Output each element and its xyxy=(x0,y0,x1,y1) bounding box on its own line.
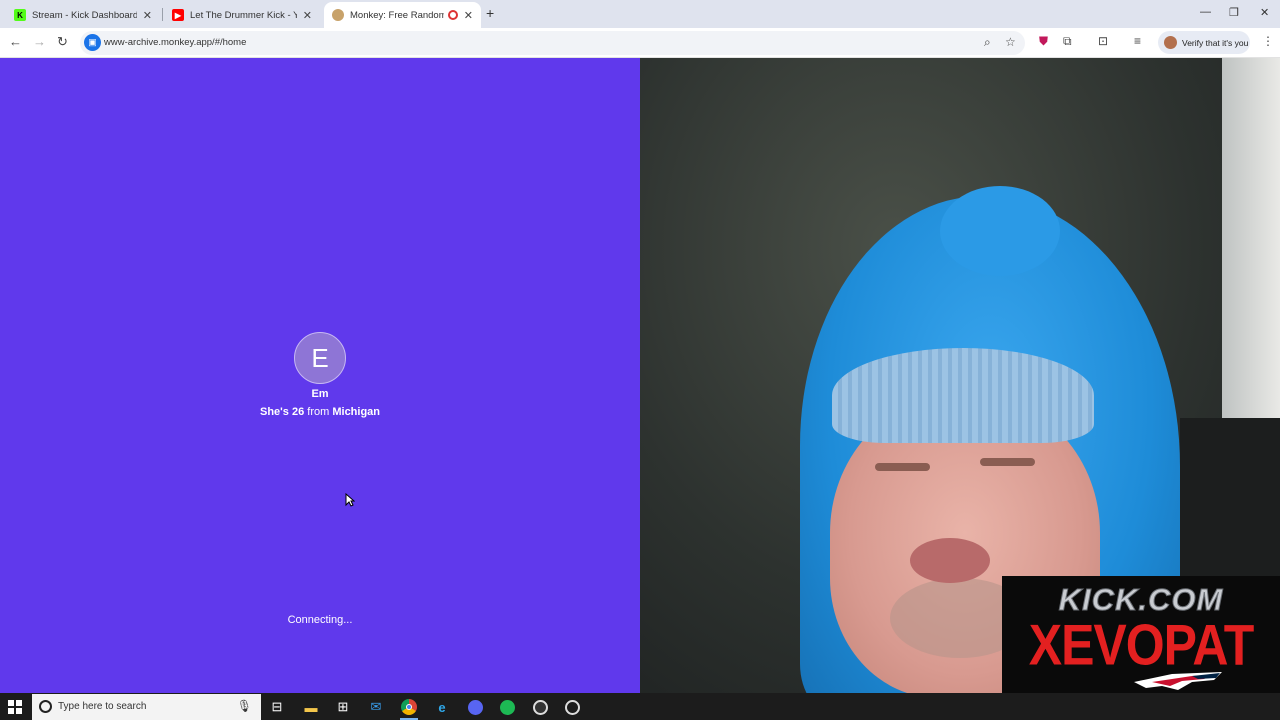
recording-icon xyxy=(447,10,458,20)
mouth xyxy=(910,538,990,583)
tab-monkey[interactable]: Monkey: Free Random Video Chat ✕ xyxy=(324,2,481,28)
bookmark-star-icon[interactable]: ☆ xyxy=(1005,35,1016,49)
pronoun-text: She's xyxy=(259,406,289,418)
from-text: from xyxy=(307,406,330,418)
search-icon xyxy=(39,700,52,713)
extensions-icon[interactable]: ⧉ xyxy=(1063,34,1072,49)
url-text: www-archive.monkey.app/#/home xyxy=(104,37,247,48)
tab-search-icon[interactable]: ⊡ xyxy=(1098,34,1108,48)
forward-button[interactable]: → xyxy=(33,34,46,49)
close-icon[interactable]: ✕ xyxy=(143,9,152,22)
windows-start-icon[interactable] xyxy=(8,700,22,714)
windows-taskbar: Type here to search 🎙 ⊟ ▬ ⊞ ✉ e xyxy=(0,693,1280,720)
new-tab-button[interactable]: + xyxy=(486,5,494,21)
microphone-icon[interactable]: 🎙 xyxy=(237,699,252,713)
age-text: 26 xyxy=(291,406,305,418)
patriots-logo-icon xyxy=(1134,672,1222,690)
chrome-icon[interactable] xyxy=(397,696,421,720)
tab-strip: K Stream - Kick Dashboard ✕ ▶ Let The Dr… xyxy=(0,0,1280,28)
restore-button[interactable]: ❐ xyxy=(1229,6,1239,19)
tab-title: Stream - Kick Dashboard xyxy=(32,9,137,21)
kick-icon: K xyxy=(14,9,26,21)
reload-button[interactable]: ↻ xyxy=(57,34,68,50)
verify-label: Verify that it's you xyxy=(1182,37,1249,48)
match-avatar: E xyxy=(294,332,346,384)
store-icon[interactable]: ⊞ xyxy=(331,696,355,718)
spotify-icon[interactable] xyxy=(495,696,519,718)
close-icon[interactable]: ✕ xyxy=(303,9,312,22)
stream-overlay: KICK.COM XEVOPAT xyxy=(1002,576,1280,693)
match-panel: E Em She's 26 from Michigan Connecting..… xyxy=(0,58,640,693)
tab-kick-dashboard[interactable]: K Stream - Kick Dashboard ✕ xyxy=(6,2,160,28)
media-icon[interactable] xyxy=(560,696,584,718)
monkey-icon xyxy=(332,9,344,21)
mail-icon[interactable]: ✉ xyxy=(364,696,388,718)
discord-icon[interactable] xyxy=(463,696,487,718)
tab-title: Let The Drummer Kick - YouTube xyxy=(190,9,297,21)
site-camera-icon[interactable]: ▣ xyxy=(84,34,101,51)
youtube-icon: ▶ xyxy=(172,9,184,21)
media-control-icon[interactable]: ≡ xyxy=(1134,34,1141,48)
close-icon[interactable]: ✕ xyxy=(464,9,473,22)
avatar xyxy=(1164,36,1177,49)
connection-status: Connecting... xyxy=(287,614,353,626)
obs-icon[interactable] xyxy=(528,696,552,718)
left-brow xyxy=(875,463,930,471)
task-view-icon[interactable]: ⊟ xyxy=(265,696,289,718)
taskbar-search-input[interactable]: Type here to search 🎙 xyxy=(32,694,261,720)
right-brow xyxy=(980,458,1035,466)
minimize-button[interactable]: — xyxy=(1200,6,1211,18)
zoom-icon[interactable]: ⌕ xyxy=(984,35,991,50)
hood-peak xyxy=(940,186,1060,276)
verify-profile-button[interactable]: Verify that it's you xyxy=(1158,31,1250,54)
tab-title: Monkey: Free Random Video Chat xyxy=(350,9,444,21)
edge-icon[interactable]: e xyxy=(430,696,454,718)
shield-extension-icon[interactable]: ⛊ xyxy=(1039,34,1048,49)
address-bar[interactable]: ▣ www-archive.monkey.app/#/home ⌕ ☆ xyxy=(80,31,1025,55)
search-placeholder: Type here to search xyxy=(58,701,147,712)
file-explorer-icon[interactable]: ▬ xyxy=(299,696,323,718)
menu-dots-icon[interactable]: ⋮ xyxy=(1262,34,1274,48)
match-bio: She's 26 from Michigan xyxy=(0,406,640,418)
back-button[interactable]: ← xyxy=(9,34,22,49)
overlay-channel: XEVOPAT xyxy=(1028,612,1255,678)
tab-youtube[interactable]: ▶ Let The Drummer Kick - YouTube ✕ xyxy=(164,2,320,28)
background-wall xyxy=(1222,58,1280,418)
location-text: Michigan xyxy=(332,406,381,418)
beanie xyxy=(832,348,1094,443)
close-window-button[interactable]: ✕ xyxy=(1260,6,1269,19)
browser-toolbar: ← → ↻ ▣ www-archive.monkey.app/#/home ⌕ … xyxy=(0,28,1280,58)
match-name: Em xyxy=(311,388,329,400)
tab-divider xyxy=(162,8,163,21)
mouse-cursor-icon xyxy=(345,493,355,507)
